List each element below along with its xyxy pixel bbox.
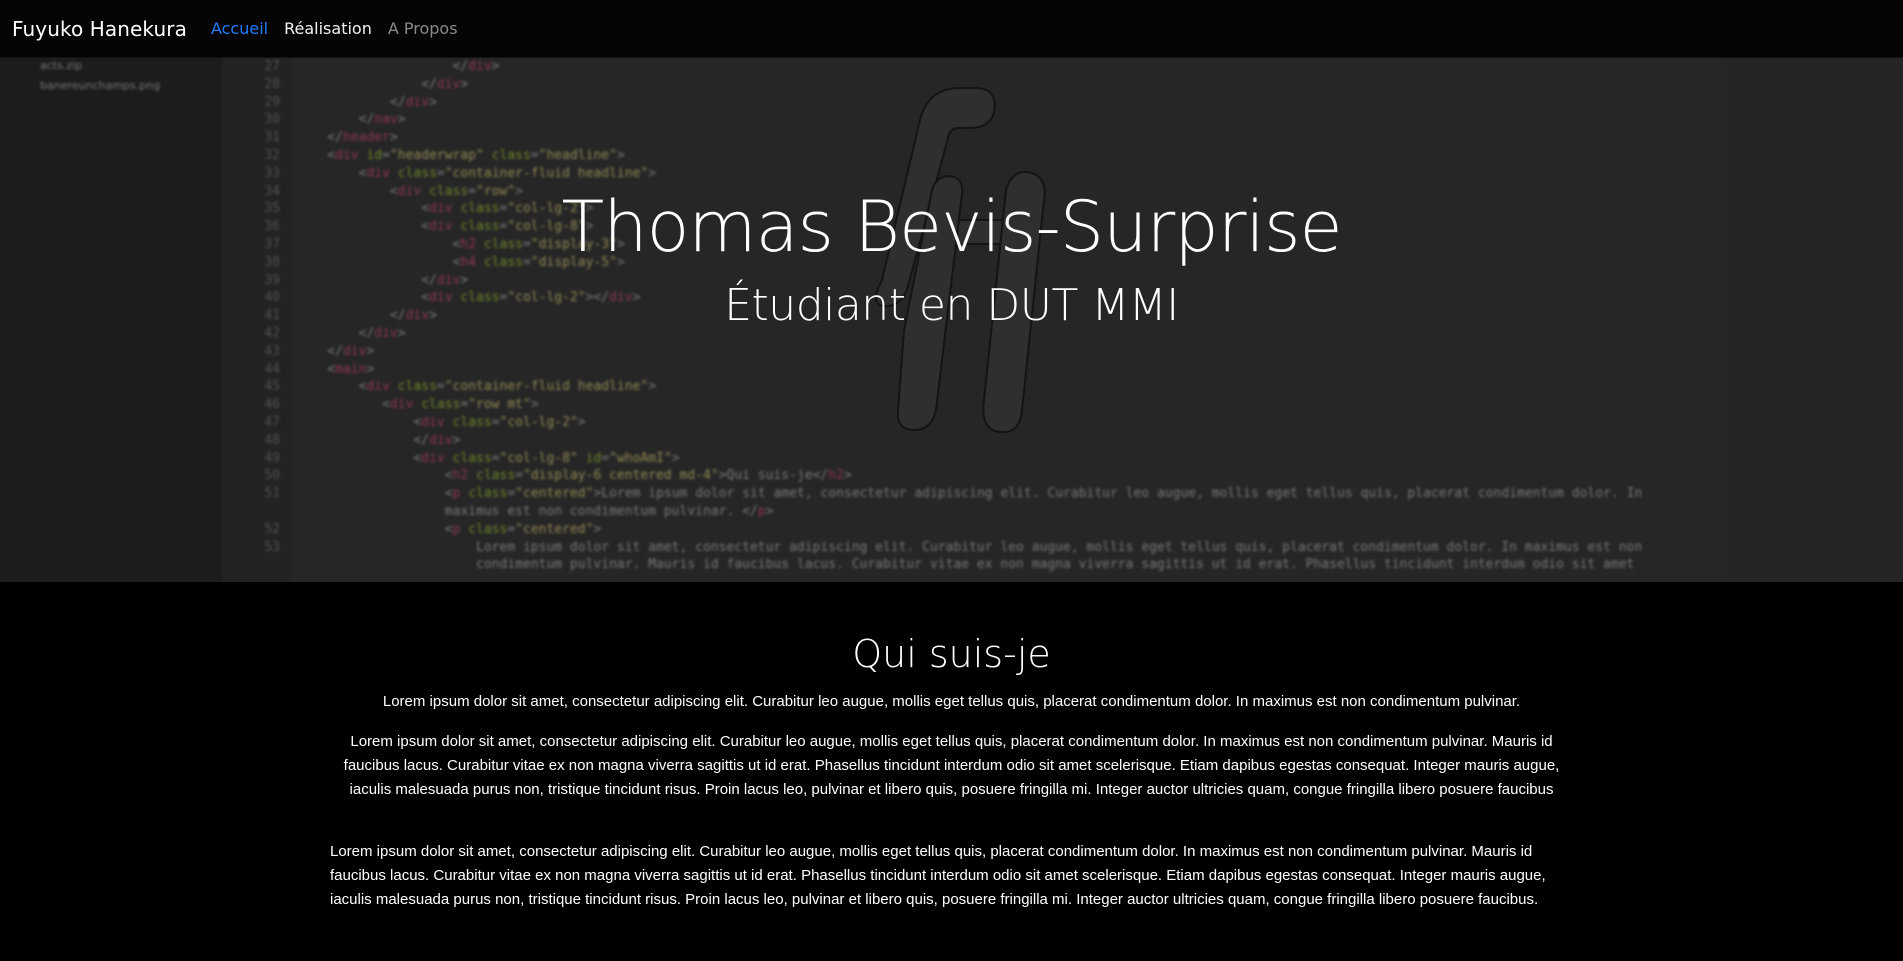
code-background-files: acts.zip banereunchamps.png — [40, 59, 161, 92]
brand-link[interactable]: Fuyuko Hanekura — [12, 17, 187, 41]
about-section: Qui suis-je Lorem ipsum dolor sit amet, … — [0, 582, 1903, 961]
hero-title: Thomas Bevis-Surprise — [561, 186, 1342, 268]
hero-subtitle: Étudiant en DUT MMI — [724, 280, 1179, 331]
about-paragraph-1: Lorem ipsum dolor sit amet, consectetur … — [382, 693, 1521, 710]
hero-section: acts.zip banereunchamps.png 27 </div> 28… — [0, 0, 1903, 582]
about-paragraph-2: Lorem ipsum dolor sit amet, consectetur … — [343, 733, 1560, 798]
nav-link-a-propos[interactable]: A Propos — [388, 19, 458, 38]
about-title: Qui suis-je — [852, 632, 1051, 676]
nav-link-accueil[interactable]: Accueil — [211, 19, 268, 38]
top-navbar: Fuyuko Hanekura Accueil Réalisation A Pr… — [0, 0, 1903, 58]
nav-link-realisation[interactable]: Réalisation — [284, 19, 372, 38]
about-paragraph-3: Lorem ipsum dolor sit amet, consectetur … — [330, 843, 1546, 908]
